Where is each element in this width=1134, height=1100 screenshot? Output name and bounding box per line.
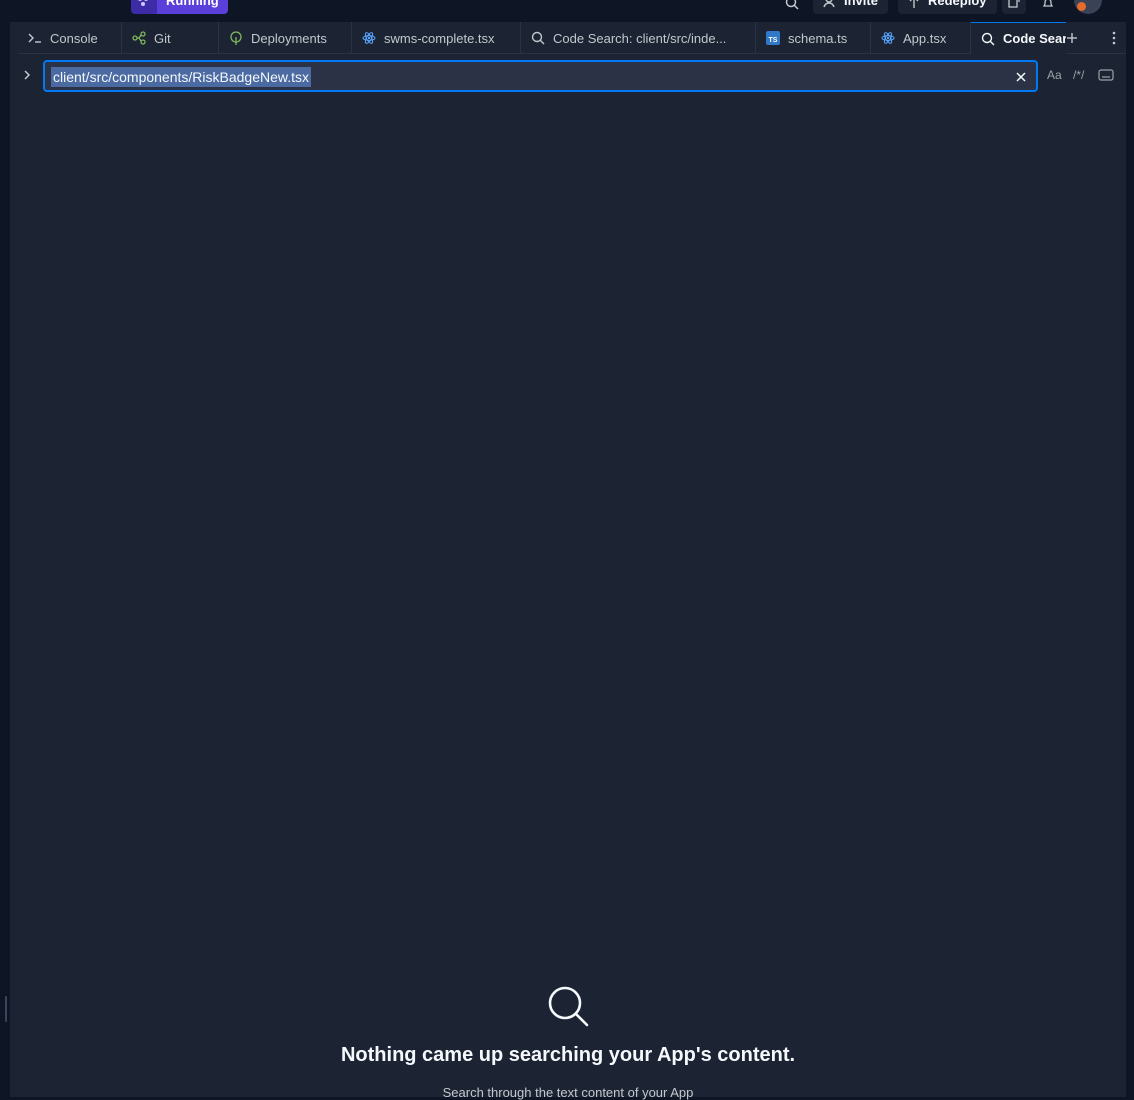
bell-icon[interactable] <box>1037 0 1059 14</box>
tab-label: schema.ts <box>788 30 848 46</box>
code-search-panel <box>10 22 1126 1097</box>
tab-label: Console <box>50 30 98 46</box>
invite-button[interactable]: Invite <box>813 0 888 14</box>
left-gutter <box>0 22 10 1097</box>
match-case-toggle[interactable]: Aa <box>1047 68 1062 82</box>
empty-state-title: Nothing came up searching your App's con… <box>340 1044 796 1066</box>
right-gutter <box>1126 22 1134 1097</box>
tab-actions <box>1066 22 1126 54</box>
notification-dot <box>1077 2 1086 11</box>
tab-label: Code Search <box>1003 31 1066 46</box>
git-icon <box>132 31 146 45</box>
close-icon[interactable] <box>1014 70 1028 84</box>
tab-label: Git <box>154 30 171 46</box>
replit-logo-icon <box>138 0 148 6</box>
top-bar: Running Invite Redeploy <box>0 0 1134 20</box>
keyboard-icon[interactable] <box>1098 69 1114 81</box>
external-link-icon <box>1008 0 1020 8</box>
run-options-button[interactable] <box>131 0 157 14</box>
tab-label: swms-complete.tsx <box>384 30 495 46</box>
tab-label: Deployments <box>251 30 327 46</box>
react-icon <box>362 32 376 44</box>
tab-bar: Console Git Deployments swms-complete.ts… <box>18 22 1126 54</box>
external-link-button[interactable] <box>1002 0 1026 14</box>
tab-swms-complete[interactable]: swms-complete.tsx <box>352 22 521 54</box>
search-input-container[interactable]: client/src/components/RiskBadgeNew.tsx <box>43 60 1038 92</box>
react-icon <box>881 32 895 44</box>
search-row: client/src/components/RiskBadgeNew.tsx A… <box>10 56 1126 96</box>
add-tab-icon[interactable] <box>1066 32 1078 44</box>
tab-console[interactable]: Console <box>18 22 122 54</box>
search-icon <box>548 986 589 1027</box>
tab-deployments[interactable]: Deployments <box>219 22 352 54</box>
tab-app[interactable]: App.tsx <box>871 22 971 54</box>
tab-git[interactable]: Git <box>122 22 219 54</box>
search-icon <box>981 32 995 45</box>
terminal-icon <box>28 33 41 43</box>
deployments-icon <box>230 31 242 45</box>
chevron-right-icon[interactable] <box>20 68 34 82</box>
tab-code-search-index[interactable]: Code Search: client/src/inde... <box>521 22 756 54</box>
tab-label: Code Search: client/src/inde... <box>553 30 727 46</box>
tab-label: App.tsx <box>903 30 947 46</box>
redeploy-button[interactable]: Redeploy <box>898 0 997 14</box>
regex-toggle[interactable]: /*/ <box>1073 68 1084 82</box>
typescript-icon: TS <box>766 31 780 45</box>
empty-state: Nothing came up searching your App's con… <box>10 985 1126 1100</box>
svg-text:TS: TS <box>769 37 778 44</box>
search-input[interactable]: client/src/components/RiskBadgeNew.tsx <box>51 67 311 87</box>
run-control[interactable]: Running <box>131 0 228 14</box>
resize-handle[interactable] <box>5 996 7 1022</box>
redeploy-label: Redeploy <box>928 0 987 8</box>
redeploy-icon <box>909 0 919 8</box>
tab-schema[interactable]: TS schema.ts <box>756 22 871 54</box>
tab-code-search[interactable]: Code Search <box>971 22 1066 54</box>
run-button[interactable]: Running <box>157 0 228 14</box>
invite-label: Invite <box>844 0 878 8</box>
empty-state-subtitle: Search through the text content of your … <box>442 1085 694 1100</box>
search-icon <box>531 31 545 45</box>
search-icon[interactable] <box>781 0 803 14</box>
more-options-icon[interactable] <box>1112 31 1116 45</box>
user-add-icon <box>823 0 835 8</box>
